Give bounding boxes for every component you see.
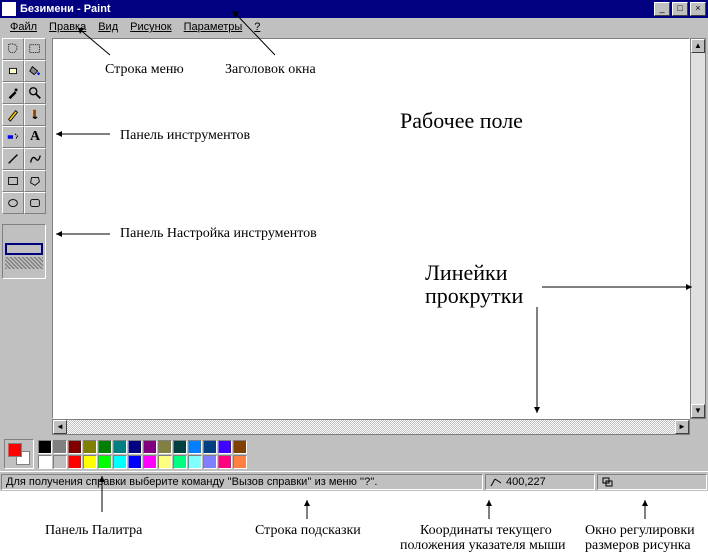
tool-airbrush[interactable]	[2, 126, 24, 148]
scroll-up-button[interactable]: ▲	[691, 39, 705, 53]
tool-option-2[interactable]	[5, 243, 43, 255]
menu-image[interactable]: Рисунок	[124, 19, 178, 35]
swatch-9[interactable]	[98, 455, 112, 469]
scroll-corner	[690, 419, 706, 435]
scroll-v-track[interactable]	[691, 53, 705, 404]
arrow-to-hint	[300, 497, 314, 522]
tool-eraser[interactable]	[2, 60, 24, 82]
swatch-8[interactable]	[98, 440, 112, 454]
swatch-14[interactable]	[143, 440, 157, 454]
coords-text: 400,227	[506, 476, 546, 488]
tool-ellipse[interactable]	[2, 192, 24, 214]
swatch-19[interactable]	[173, 455, 187, 469]
status-bar: Для получения справки выберите команду '…	[0, 471, 708, 491]
tool-pencil[interactable]	[2, 104, 24, 126]
color-palette	[38, 440, 247, 469]
swatch-25[interactable]	[218, 455, 232, 469]
main-area: A ▲ ▼ ◄ ►	[0, 36, 708, 437]
menu-help[interactable]: ?	[248, 19, 266, 35]
tool-curve[interactable]	[24, 148, 46, 170]
swatch-4[interactable]	[68, 440, 82, 454]
swatch-15[interactable]	[143, 455, 157, 469]
swatch-3[interactable]	[53, 455, 67, 469]
menu-bar: Файл Правка Вид Рисунок Параметры ?	[0, 18, 708, 36]
swatch-22[interactable]	[203, 440, 217, 454]
current-colors[interactable]	[4, 439, 34, 469]
swatch-11[interactable]	[113, 455, 127, 469]
size-icon	[602, 477, 614, 487]
swatch-1[interactable]	[38, 455, 52, 469]
menu-options[interactable]: Параметры	[178, 19, 249, 35]
arrow-to-coords	[482, 497, 496, 522]
tool-option-1[interactable]	[5, 229, 43, 241]
scroll-h-track[interactable]	[67, 420, 675, 434]
tool-line[interactable]	[2, 148, 24, 170]
tool-text[interactable]: A	[24, 126, 46, 148]
swatch-26[interactable]	[233, 440, 247, 454]
menu-file[interactable]: Файл	[4, 19, 43, 35]
annotation-coords-l2: положения указателя мыши	[400, 538, 566, 554]
tool-option-3[interactable]	[5, 257, 43, 269]
palette-row	[0, 437, 708, 471]
menu-edit[interactable]: Правка	[43, 19, 92, 35]
swatch-27[interactable]	[233, 455, 247, 469]
scroll-left-button[interactable]: ◄	[53, 420, 67, 434]
canvas[interactable]	[52, 38, 690, 419]
status-size	[597, 474, 707, 490]
tool-picker[interactable]	[2, 82, 24, 104]
swatch-10[interactable]	[113, 440, 127, 454]
swatch-6[interactable]	[83, 440, 97, 454]
swatch-23[interactable]	[203, 455, 217, 469]
tool-rectangle[interactable]	[2, 170, 24, 192]
swatch-0[interactable]	[38, 440, 52, 454]
minimize-button[interactable]: _	[654, 2, 670, 16]
arrow-to-size	[638, 497, 652, 522]
tool-fill[interactable]	[24, 60, 46, 82]
annotation-palette: Панель Палитра	[45, 523, 142, 539]
status-hint: Для получения справки выберите команду '…	[1, 474, 483, 490]
tool-polygon[interactable]	[24, 170, 46, 192]
swatch-24[interactable]	[218, 440, 232, 454]
scroll-down-button[interactable]: ▼	[691, 404, 705, 418]
tool-freeform-select[interactable]	[2, 38, 24, 60]
app-icon	[2, 2, 16, 16]
menu-view[interactable]: Вид	[92, 19, 124, 35]
scrollbar-horizontal[interactable]: ◄ ►	[52, 419, 690, 435]
swatch-16[interactable]	[158, 440, 172, 454]
swatch-18[interactable]	[173, 440, 187, 454]
swatch-2[interactable]	[53, 440, 67, 454]
title-bar: Безимени - Paint _ □ ×	[0, 0, 708, 18]
annotation-hint: Строка подсказки	[255, 523, 361, 539]
canvas-wrap: ▲ ▼ ◄ ►	[50, 36, 708, 437]
status-coords: 400,227	[485, 474, 595, 490]
scroll-right-button[interactable]: ►	[675, 420, 689, 434]
swatch-17[interactable]	[158, 455, 172, 469]
toolbox: A	[0, 36, 50, 437]
annotation-size-l1: Окно регулировки	[585, 523, 695, 539]
swatch-7[interactable]	[83, 455, 97, 469]
window-title: Безимени - Paint	[20, 3, 652, 15]
tool-brush[interactable]	[24, 104, 46, 126]
swatch-5[interactable]	[68, 455, 82, 469]
tool-options-panel	[2, 224, 46, 279]
maximize-button[interactable]: □	[672, 2, 688, 16]
scrollbar-vertical[interactable]: ▲ ▼	[690, 38, 706, 419]
tool-magnifier[interactable]	[24, 82, 46, 104]
swatch-21[interactable]	[188, 455, 202, 469]
swatch-12[interactable]	[128, 440, 142, 454]
swatch-13[interactable]	[128, 455, 142, 469]
close-button[interactable]: ×	[690, 2, 706, 16]
tool-rect-select[interactable]	[24, 38, 46, 60]
tool-rounded-rect[interactable]	[24, 192, 46, 214]
annotation-coords-l1: Координаты текущего	[420, 523, 552, 539]
foreground-color[interactable]	[8, 443, 22, 457]
annotation-size-l2: размеров рисунка	[585, 538, 691, 554]
swatch-20[interactable]	[188, 440, 202, 454]
coords-icon	[490, 477, 502, 487]
